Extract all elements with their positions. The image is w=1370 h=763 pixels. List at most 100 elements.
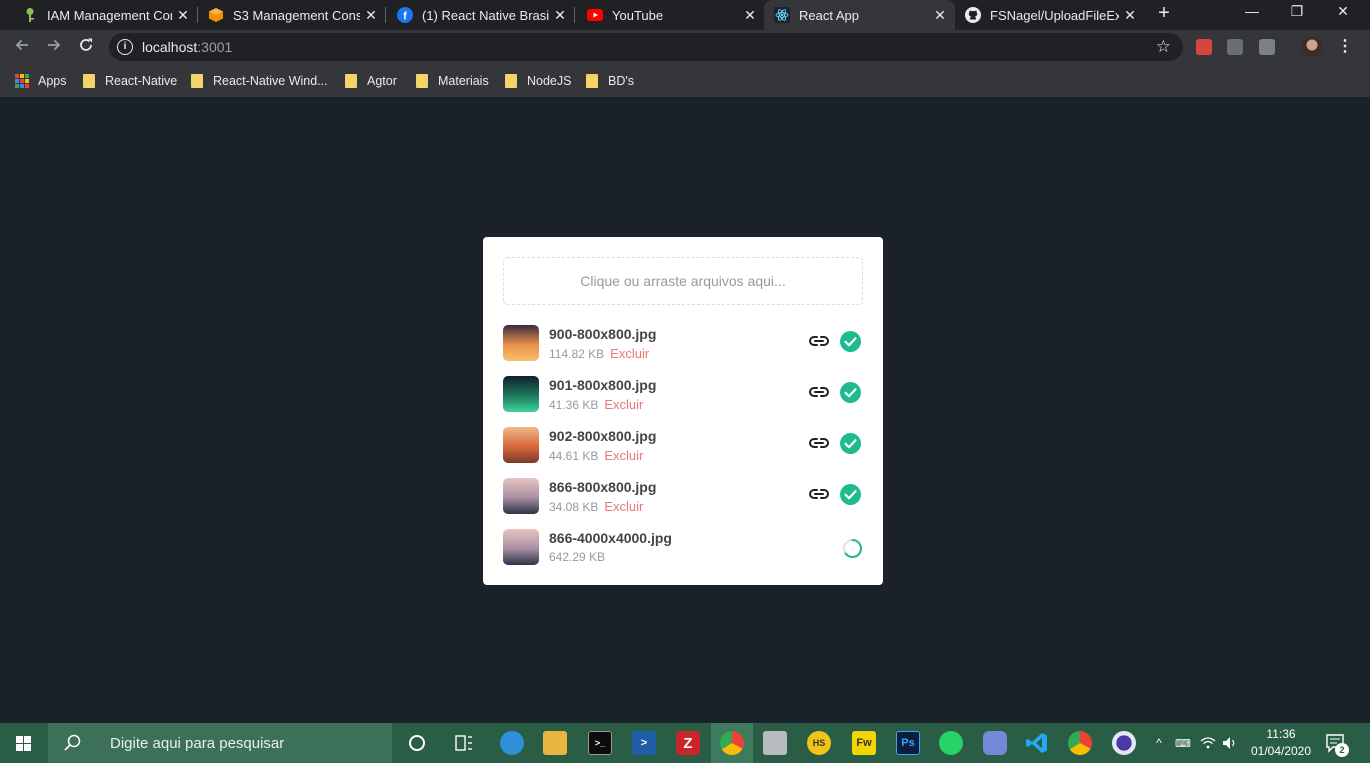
file-size: 34.08 KB xyxy=(549,500,599,514)
site-info-icon[interactable]: i xyxy=(117,39,133,55)
bookmark-agtor[interactable]: Agtor xyxy=(345,72,397,90)
clock-date: 01/04/2020 xyxy=(1250,744,1312,758)
task-view-icon[interactable] xyxy=(452,731,476,755)
bookmark-star-icon[interactable]: ☆ xyxy=(1156,37,1171,57)
taskbar-search[interactable]: Digite aqui para pesquisar xyxy=(48,723,392,763)
apps-grid-icon xyxy=(15,74,29,88)
vscode-icon[interactable] xyxy=(1025,731,1049,755)
bookmark-react-native-windows[interactable]: React-Native Wind... xyxy=(191,72,328,90)
file-item: 866-4000x4000.jpg 642.29 KB xyxy=(503,527,863,578)
browser-toolbar: i localhost:3001 ☆ ⋮ xyxy=(0,30,1370,64)
camera-extension-icon[interactable] xyxy=(1227,39,1243,55)
bag-extension-icon[interactable] xyxy=(1259,39,1275,55)
database-icon[interactable] xyxy=(763,731,787,755)
file-size: 44.61 KB xyxy=(549,449,599,463)
bookmark-bds[interactable]: BD's xyxy=(586,72,634,90)
tab-title: React App xyxy=(799,7,859,23)
folder-icon xyxy=(191,74,203,88)
hs-icon[interactable]: HS xyxy=(807,731,831,755)
chrome-menu-icon[interactable]: ⋮ xyxy=(1337,36,1353,58)
bookmark-react-native[interactable]: React-Native xyxy=(83,72,177,90)
edge-icon[interactable] xyxy=(500,731,524,755)
volume-icon[interactable] xyxy=(1220,723,1240,763)
bookmark-nodejs[interactable]: NodeJS xyxy=(505,72,571,90)
close-tab-icon[interactable]: ✕ xyxy=(929,7,951,24)
file-meta: 44.61 KB Excluir xyxy=(549,448,643,463)
facebook-icon: f xyxy=(397,7,413,23)
delete-file-button[interactable]: Excluir xyxy=(604,499,643,514)
tab-title: YouTube xyxy=(612,7,664,23)
folder-icon xyxy=(416,74,428,88)
photoshop-icon[interactable]: Ps xyxy=(896,731,920,755)
system-clock[interactable]: 11:36 01/04/2020 xyxy=(1250,726,1312,760)
file-meta: 34.08 KB Excluir xyxy=(549,499,643,514)
address-bar[interactable]: i localhost:3001 ☆ xyxy=(109,33,1183,61)
bookmark-label: Apps xyxy=(38,74,67,88)
back-button[interactable] xyxy=(10,35,34,59)
discord-icon[interactable] xyxy=(983,731,1007,755)
reload-button[interactable] xyxy=(74,35,98,59)
file-explorer-icon[interactable] xyxy=(543,731,567,755)
arrow-right-icon xyxy=(48,39,61,51)
chrome-icon[interactable] xyxy=(720,731,744,755)
chrome-icon[interactable] xyxy=(1068,731,1092,755)
file-size: 642.29 KB xyxy=(549,550,606,564)
reload-icon xyxy=(80,38,92,51)
file-name: 866-4000x4000.jpg xyxy=(549,530,672,546)
tab-youtube[interactable]: YouTube ✕ xyxy=(565,0,765,30)
upload-card: Clique ou arraste arquivos aqui... 900-8… xyxy=(483,237,883,585)
tab-strip: IAM Management Cons ✕ S3 Management Cons… xyxy=(0,0,1370,30)
notification-center-button[interactable]: 2 xyxy=(1325,733,1349,758)
tab-react-app[interactable]: React App ✕ xyxy=(764,0,955,30)
wifi-icon[interactable] xyxy=(1198,723,1218,763)
file-name: 900-800x800.jpg xyxy=(549,326,657,342)
close-window-button[interactable]: ✕ xyxy=(1320,0,1366,24)
bookmark-label: NodeJS xyxy=(527,74,572,88)
link-icon[interactable] xyxy=(808,435,830,451)
file-name: 902-800x800.jpg xyxy=(549,428,657,444)
upload-progress-spinner xyxy=(842,538,863,559)
close-tab-icon[interactable]: ✕ xyxy=(739,7,761,24)
keyboard-layout-icon[interactable]: ⌨ xyxy=(1172,723,1194,763)
link-icon[interactable] xyxy=(808,333,830,349)
check-circle-icon xyxy=(840,484,861,505)
youtube-icon xyxy=(587,7,603,23)
shield-extension-icon[interactable] xyxy=(1196,39,1212,55)
check-circle-icon xyxy=(840,331,861,352)
file-thumbnail xyxy=(503,478,539,514)
fireworks-icon[interactable]: Fw xyxy=(852,731,876,755)
svg-text:f: f xyxy=(403,11,407,23)
show-hidden-icons[interactable]: ^ xyxy=(1150,723,1168,763)
tab-title: S3 Management Conso xyxy=(233,7,360,23)
delete-file-button[interactable]: Excluir xyxy=(604,397,643,412)
terminal-icon[interactable]: >_ xyxy=(588,731,612,755)
react-icon xyxy=(774,7,790,23)
link-icon[interactable] xyxy=(808,486,830,502)
cortana-icon[interactable] xyxy=(405,731,429,755)
restore-button[interactable]: ❐ xyxy=(1274,0,1320,24)
minimize-button[interactable]: — xyxy=(1229,0,1275,24)
profile-avatar[interactable] xyxy=(1302,37,1322,57)
close-tab-icon[interactable]: ✕ xyxy=(1119,7,1141,24)
delete-file-button[interactable]: Excluir xyxy=(610,346,649,361)
tab-iam[interactable]: IAM Management Cons ✕ xyxy=(0,0,198,30)
folder-icon xyxy=(83,74,95,88)
link-icon[interactable] xyxy=(808,384,830,400)
tab-s3[interactable]: S3 Management Conso ✕ xyxy=(186,0,386,30)
bookmark-apps[interactable]: Apps xyxy=(15,72,67,90)
new-tab-button[interactable]: + xyxy=(1152,2,1176,26)
powershell-icon[interactable]: > xyxy=(632,731,656,755)
forward-button[interactable] xyxy=(42,35,66,59)
tab-facebook[interactable]: f (1) React Native Brasil | ✕ xyxy=(375,0,575,30)
whatsapp-icon[interactable] xyxy=(939,731,963,755)
filezilla-icon[interactable]: Z xyxy=(676,731,700,755)
bookmark-label: Materiais xyxy=(438,74,489,88)
tab-github[interactable]: FSNagel/UploadFileExa ✕ xyxy=(955,0,1145,30)
upload-dropzone[interactable]: Clique ou arraste arquivos aqui... xyxy=(503,257,863,305)
file-item: 866-800x800.jpg 34.08 KB Excluir xyxy=(503,476,863,527)
app-icon[interactable] xyxy=(1112,731,1136,755)
bookmark-materiais[interactable]: Materiais xyxy=(416,72,489,90)
file-thumbnail xyxy=(503,325,539,361)
start-button[interactable] xyxy=(0,723,48,763)
delete-file-button[interactable]: Excluir xyxy=(604,448,643,463)
